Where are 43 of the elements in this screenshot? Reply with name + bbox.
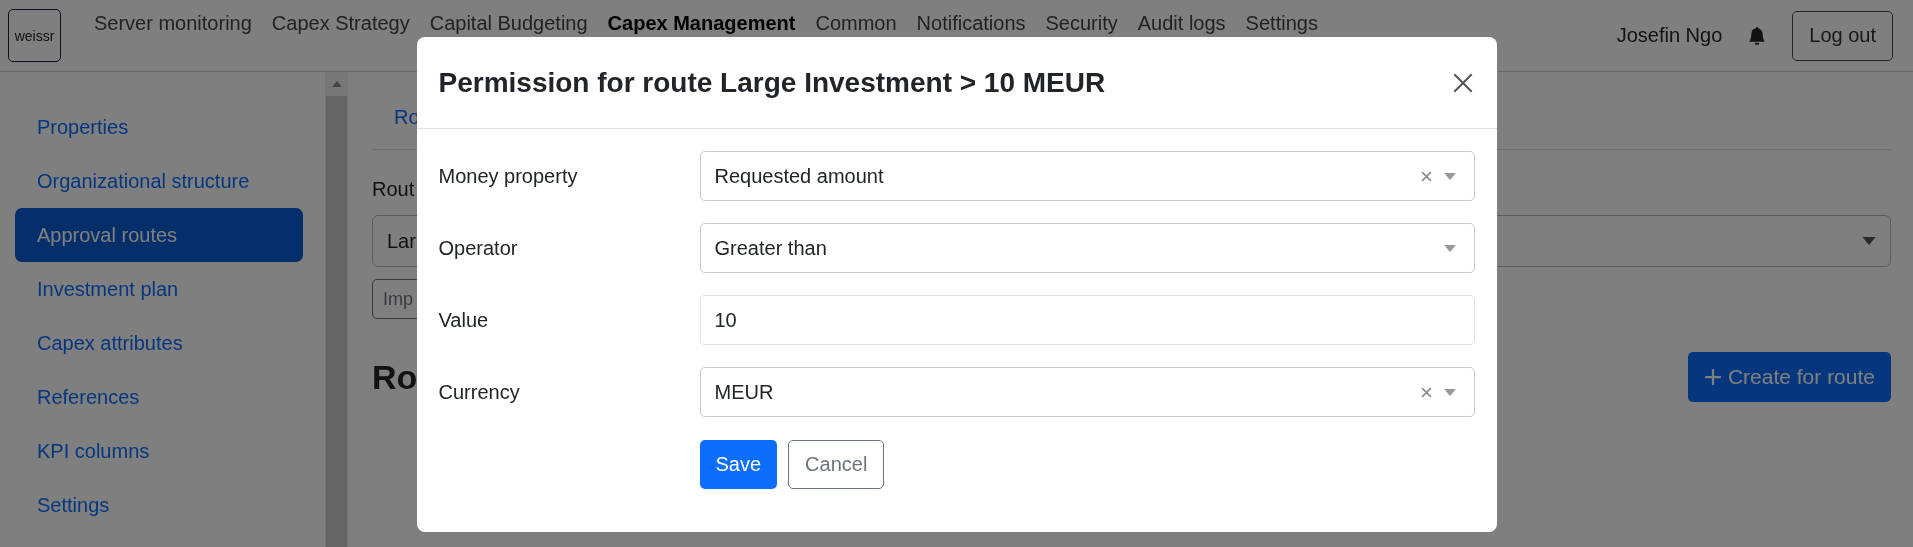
nav-link[interactable]: Capex Strategy: [271, 12, 410, 34]
input-field[interactable]: 10: [699, 295, 1475, 345]
cancel-button[interactable]: Cancel: [788, 440, 885, 489]
logout-button[interactable]: Log out: [1792, 10, 1893, 61]
nav-link[interactable]: Server monitoring: [94, 12, 252, 34]
nav-link[interactable]: Notifications: [916, 12, 1026, 34]
nav-link[interactable]: Audit logs: [1137, 12, 1226, 34]
select-field[interactable]: Greater than: [699, 223, 1475, 273]
sidebar-item[interactable]: Properties: [15, 100, 303, 154]
clear-icon[interactable]: [1420, 386, 1432, 398]
nav-link[interactable]: Capex Management: [607, 12, 796, 34]
caret-icon: [1443, 388, 1456, 396]
field-label: Value: [438, 308, 490, 332]
sidebar-item[interactable]: Approval routes: [15, 208, 303, 262]
sidebar-item[interactable]: References: [15, 370, 303, 424]
bell-icon[interactable]: [1748, 25, 1767, 46]
sidebar-item[interactable]: Settings: [15, 478, 303, 532]
caret-icon: [1862, 237, 1876, 245]
sidebar-item[interactable]: KPI columns: [15, 424, 303, 478]
caret-icon: [1443, 172, 1456, 180]
nav-link[interactable]: Settings: [1245, 12, 1318, 34]
field-label: Money property: [438, 164, 579, 188]
sidebar-item[interactable]: Organizational structure: [15, 154, 303, 208]
close-icon[interactable]: [1452, 72, 1473, 93]
nav-link[interactable]: Capital Budgeting: [429, 12, 588, 34]
select-field[interactable]: MEUR: [699, 367, 1475, 417]
field-label: Operator: [438, 236, 519, 260]
create-button[interactable]: Create for route: [1687, 352, 1891, 402]
sidebar-item[interactable]: Capex attributes: [15, 316, 303, 370]
logo[interactable]: weissr: [8, 9, 61, 62]
nav-link[interactable]: Common: [815, 12, 897, 34]
nav-link[interactable]: Security: [1045, 12, 1118, 34]
section-heading: Ro: [372, 357, 418, 397]
clear-icon[interactable]: [1420, 170, 1432, 182]
plus-icon: [1703, 368, 1722, 386]
sidebar-item[interactable]: Investment plan: [15, 262, 303, 316]
field-label: Currency: [438, 380, 521, 404]
dialog-title: Permission for route Large Investment > 10 MEUR: [438, 66, 1107, 99]
save-button[interactable]: Save: [699, 440, 778, 489]
user-name: Josefin Ngo: [1616, 24, 1723, 47]
scroll-up-icon[interactable]: [331, 81, 342, 87]
select-field[interactable]: Requested amount: [699, 151, 1475, 201]
caret-icon: [1443, 244, 1456, 252]
